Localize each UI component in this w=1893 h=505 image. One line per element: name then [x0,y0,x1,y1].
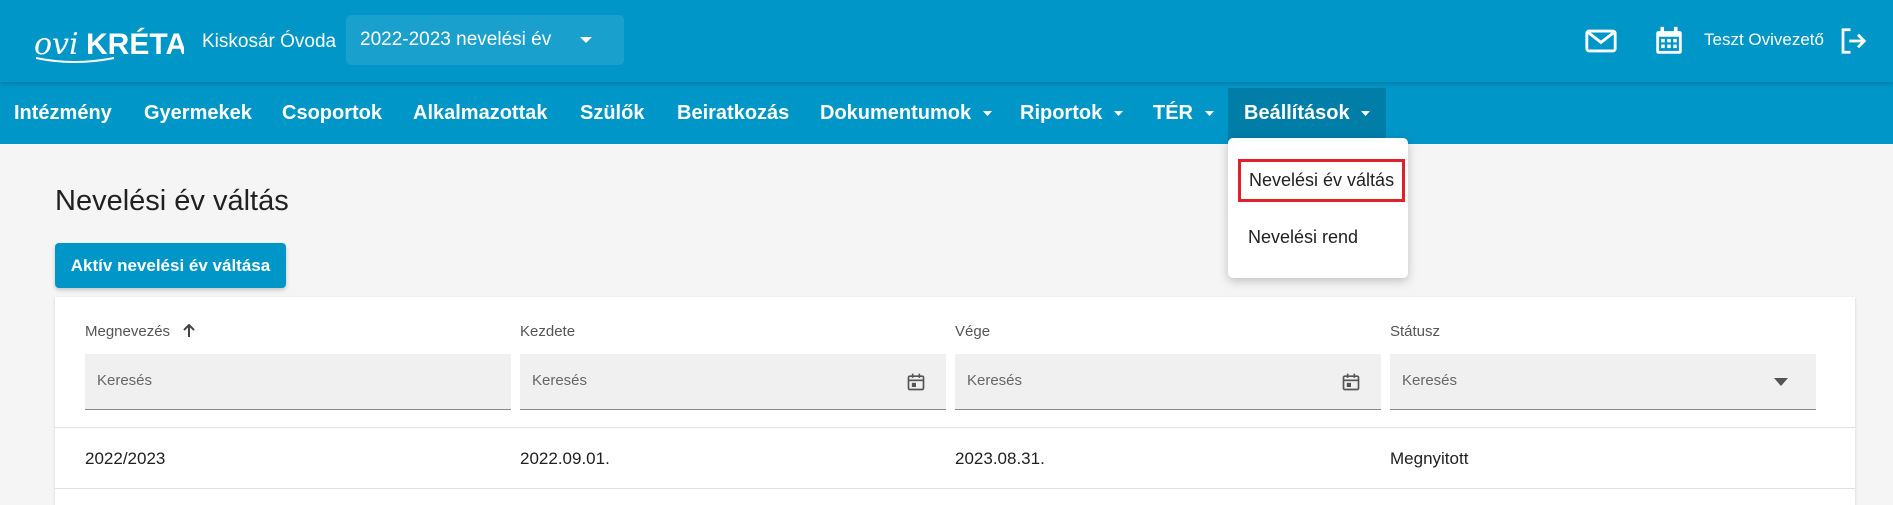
nav-item-alkalmazottak[interactable]: Alkalmazottak [413,82,548,144]
nav-item-beiratkozas[interactable]: Beiratkozás [677,82,789,144]
calendar-icon[interactable] [1341,372,1361,392]
calendar-icon[interactable] [1652,24,1686,58]
table-header-divider [55,427,1855,428]
nav-item-beallitasok[interactable]: Beállítások [1228,88,1387,142]
caret-down-icon [1113,111,1123,117]
filter-start-date[interactable] [520,354,946,410]
menu-item-school-year-switch[interactable]: Nevelési év váltás [1238,159,1406,202]
nav-item-label: Alkalmazottak [413,102,548,124]
caret-down-icon [982,111,992,117]
cell-name: 2022/2023 [85,449,166,468]
column-header-end[interactable]: Vége [955,323,990,340]
column-header-label: Megnevezés [85,323,171,340]
user-name[interactable]: Teszt Ovivezető [1704,30,1824,50]
caret-down-icon [1361,111,1371,117]
logout-icon[interactable] [1838,26,1868,56]
filter-name[interactable] [85,354,511,410]
nav-item-label: Szülők [580,102,645,124]
nav-item-szulok[interactable]: Szülők [580,82,644,144]
chevron-down-icon [580,37,592,43]
nav-item-label: TÉR [1153,102,1193,124]
calendar-icon[interactable] [906,372,926,392]
nav-item-intezmeny[interactable]: Intézmény [14,82,112,144]
nav-item-label: Riportok [1020,102,1103,124]
end-date-search-input[interactable] [967,372,1307,389]
menu-item-education-order[interactable]: Nevelési rend [1248,227,1358,248]
nav-item-gyermekek[interactable]: Gyermekek [144,82,252,144]
filter-end-date[interactable] [955,354,1381,410]
nav-item-label: Beiratkozás [677,102,790,124]
nav-item-label: Gyermekek [144,102,252,124]
page-title: Nevelési év váltás [55,185,289,217]
start-date-search-input[interactable] [532,372,872,389]
nav-item-label: Dokumentumok [820,102,972,124]
nav-item-riportok[interactable]: Riportok [1020,82,1123,144]
school-year-value: 2022-2023 nevelési év [360,29,552,50]
column-header-status[interactable]: Státusz [1390,323,1440,340]
main-nav: Intézmény Gyermekek Csoportok Alkalmazot… [0,82,1893,144]
status-search-select[interactable] [1402,372,1742,389]
nav-item-label: Intézmény [14,102,112,124]
school-year-select[interactable]: 2022-2023 nevelési év [346,15,624,65]
nav-item-label: Beállítások [1244,102,1350,124]
table-row-divider [55,488,1855,489]
nav-item-dokumentumok[interactable]: Dokumentumok [820,82,992,144]
chevron-down-icon[interactable] [1774,378,1788,386]
column-header-start[interactable]: Kezdete [520,323,575,340]
svg-text:KRÉTA: KRÉTA [86,27,184,61]
mail-icon[interactable] [1584,24,1618,58]
filter-status[interactable] [1390,354,1816,410]
name-search-input[interactable] [97,372,437,389]
nav-item-ter[interactable]: TÉR [1153,82,1214,144]
nav-item-label: Csoportok [282,102,382,124]
cell-end: 2023.08.31. [955,449,1045,468]
nav-item-csoportok[interactable]: Csoportok [282,82,382,144]
institution-name: Kiskosár Óvoda [202,31,337,52]
arrow-up-icon[interactable] [182,324,196,338]
top-header: ovi KRÉTA Kiskosár Óvoda 2022-2023 nevel… [0,0,1893,82]
switch-active-year-button[interactable]: Aktív nevelési év váltása [55,243,286,288]
svg-text:ovi: ovi [34,27,79,62]
column-header-name[interactable]: Megnevezés [85,323,196,340]
cell-start: 2022.09.01. [520,449,610,468]
ovikreta-logo[interactable]: ovi KRÉTA [34,14,184,66]
cell-status: Megnyitott [1390,449,1469,468]
settings-dropdown-menu: Nevelési év váltás Nevelési rend [1228,138,1408,278]
caret-down-icon [1204,111,1214,117]
